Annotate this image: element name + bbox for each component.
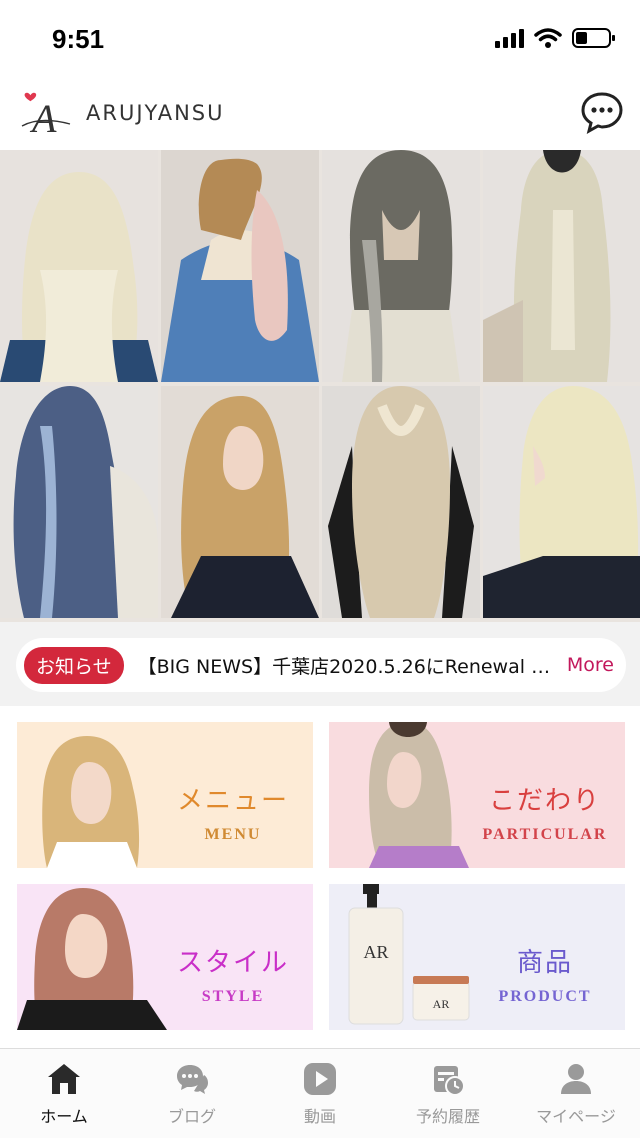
battery-icon	[572, 28, 615, 48]
chat-bubbles-icon	[177, 1065, 208, 1094]
news-headline[interactable]: 【BIG NEWS】千葉店2020.5.26にRenewal O…	[138, 652, 559, 679]
product-brand-label: AR	[433, 997, 450, 1011]
news-ticker[interactable]: お知らせ 【BIG NEWS】千葉店2020.5.26にRenewal O… M…	[16, 638, 626, 692]
chat-icon	[581, 92, 623, 134]
hero-photo	[161, 386, 319, 618]
play-icon	[304, 1063, 336, 1095]
tab-mypage[interactable]: マイページ	[512, 1049, 640, 1138]
app-header: A ARUJYANSU	[0, 78, 640, 150]
hero-photo	[483, 150, 640, 382]
wifi-icon	[534, 28, 562, 48]
user-icon	[561, 1064, 591, 1094]
menu-card-subtitle: MENU	[204, 826, 262, 843]
product-photo: AR AR	[348, 884, 470, 1025]
tab-reservation-history[interactable]: 予約履歴	[384, 1049, 512, 1138]
tab-video[interactable]: 動画	[256, 1049, 384, 1138]
tab-blog[interactable]: ブログ	[128, 1049, 256, 1138]
hero-photo	[161, 150, 319, 382]
hero-carousel[interactable]	[0, 150, 640, 622]
hero-photo	[322, 150, 480, 382]
tab-label: ブログ	[167, 1107, 216, 1126]
status-bar: 9:51	[0, 0, 640, 78]
cellular-signal-icon	[495, 28, 524, 48]
product-brand-label: AR	[363, 942, 388, 962]
menu-card-title: メニュー	[176, 786, 289, 816]
tab-label: 動画	[303, 1107, 336, 1126]
brand-name: ARUJYANSU	[86, 101, 225, 125]
news-section: お知らせ 【BIG NEWS】千葉店2020.5.26にRenewal O… M…	[0, 622, 640, 706]
logo-mark: A	[20, 90, 78, 141]
news-badge: お知らせ	[24, 646, 124, 684]
style-card[interactable]: スタイル STYLE	[17, 884, 313, 1030]
style-card-subtitle: STYLE	[201, 988, 265, 1005]
menu-grid: メニュー MENU こだわり PARTICULAR スタイル STYLE AR …	[0, 706, 640, 1048]
news-more-link[interactable]: More	[567, 654, 614, 676]
menu-card[interactable]: メニュー MENU	[17, 722, 313, 868]
model-photo	[369, 722, 469, 868]
status-time: 9:51	[52, 24, 105, 54]
particular-card[interactable]: こだわり PARTICULAR	[329, 722, 625, 868]
tab-label: 予約履歴	[415, 1107, 480, 1126]
product-card[interactable]: AR AR 商品 PRODUCT	[329, 884, 625, 1030]
product-card-subtitle: PRODUCT	[498, 988, 592, 1005]
calendar-clock-icon	[434, 1066, 465, 1096]
tab-label: ホーム	[40, 1107, 88, 1126]
brand-logo[interactable]: A ARUJYANSU	[20, 90, 225, 141]
hero-photo	[0, 150, 158, 382]
particular-card-title: こだわり	[488, 786, 601, 816]
hero-photo	[0, 386, 158, 618]
tab-label: マイページ	[536, 1107, 616, 1126]
tab-home[interactable]: ホーム	[0, 1049, 128, 1138]
style-card-title: スタイル	[176, 948, 289, 978]
logo-letter: A	[29, 96, 57, 136]
tab-bar: ホーム ブログ 動画 予約履歴 マイページ	[0, 1048, 640, 1138]
model-photo	[17, 888, 167, 1030]
hero-photo	[483, 386, 640, 618]
status-icons	[495, 27, 616, 49]
hero-photo	[322, 386, 480, 618]
particular-card-subtitle: PARTICULAR	[482, 826, 608, 843]
model-photo	[42, 736, 140, 868]
chat-button[interactable]	[580, 90, 624, 134]
home-icon	[48, 1064, 80, 1094]
product-card-title: 商品	[516, 948, 573, 978]
